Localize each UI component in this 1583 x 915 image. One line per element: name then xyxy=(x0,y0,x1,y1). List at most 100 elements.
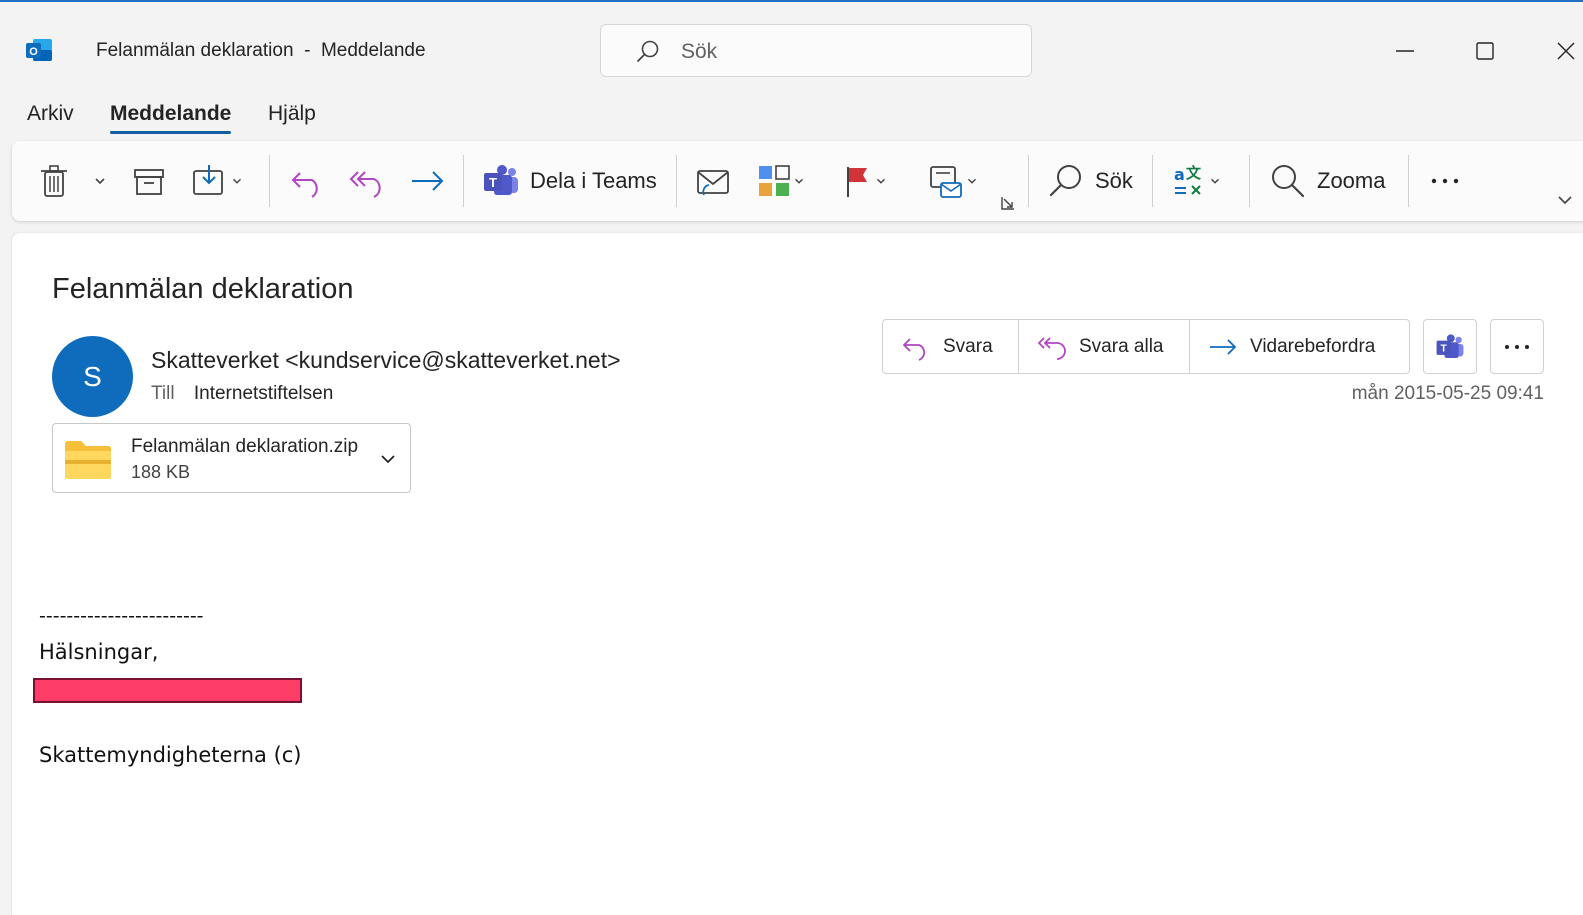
translate-icon: a 文 xyxy=(1174,164,1202,195)
ribbon-search-label: Sök xyxy=(1095,168,1133,193)
chevron-down-icon xyxy=(877,178,885,184)
move-button[interactable] xyxy=(190,159,244,203)
ribbon-toolbar: T Dela i Teams Sök a 文 Zooma xyxy=(12,141,1583,221)
avatar-initial: S xyxy=(83,360,102,392)
reply-all-action-button[interactable]: Svara alla xyxy=(1019,320,1190,373)
search-icon xyxy=(637,40,659,62)
chevron-down-icon xyxy=(1211,178,1219,184)
categorize-button[interactable] xyxy=(756,159,806,203)
window-title: Felanmälan deklaration - Meddelande xyxy=(96,40,426,61)
attachment-name: Felanmälan deklaration.zip xyxy=(131,436,359,457)
message-actions: Svara Svara alla Vidarebefordra xyxy=(882,319,1410,374)
recipient-row: Till Internetstiftelsen xyxy=(151,383,333,405)
flag-button[interactable] xyxy=(842,159,888,203)
ribbon-search-button[interactable]: Sök xyxy=(1047,159,1133,203)
recipient-name[interactable]: Internetstiftelsen xyxy=(194,383,333,404)
read-unread-icon xyxy=(697,170,729,196)
reply-action-button[interactable]: Svara xyxy=(883,320,1019,373)
reply-all-label: Svara alla xyxy=(1079,335,1164,357)
body-divider: ------------------------ xyxy=(39,605,204,627)
categorize-icon xyxy=(759,165,790,196)
zoom-label: Zooma xyxy=(1317,168,1386,193)
ribbon-separator xyxy=(1408,155,1409,207)
reply-button[interactable] xyxy=(288,159,328,203)
reading-pane: Felanmälan deklaration S Skatteverket <k… xyxy=(12,233,1583,915)
delete-icon xyxy=(41,165,67,197)
to-label: Till xyxy=(151,383,175,404)
attachment-size: 188 KB xyxy=(131,462,191,482)
teams-action-button[interactable]: T xyxy=(1423,319,1477,374)
maximize-icon[interactable] xyxy=(1465,30,1505,70)
menu-tabs: Arkiv Meddelande Hjälp xyxy=(0,98,800,138)
reply-all-button[interactable] xyxy=(348,159,388,203)
reply-icon xyxy=(902,337,926,361)
dialog-launcher-icon[interactable] xyxy=(1000,195,1016,211)
translate-button[interactable]: a 文 xyxy=(1172,159,1222,203)
delete-dropdown[interactable] xyxy=(92,159,108,203)
ribbon-separator xyxy=(1028,155,1029,207)
search-icon xyxy=(1049,165,1081,197)
chevron-down-icon xyxy=(233,178,241,184)
close-icon[interactable] xyxy=(1548,30,1583,70)
ribbon-separator xyxy=(1152,155,1153,207)
forward-label: Vidarebefordra xyxy=(1250,335,1376,357)
svg-text:T: T xyxy=(1441,343,1448,354)
teams-icon: T xyxy=(1436,333,1464,358)
chevron-down-icon[interactable] xyxy=(379,450,397,468)
chevron-down-icon xyxy=(95,178,105,185)
zoom-icon xyxy=(1272,165,1305,198)
search-placeholder: Sök xyxy=(681,40,718,63)
reply-all-icon xyxy=(1037,336,1066,360)
forward-icon xyxy=(1210,338,1237,355)
svg-text:T: T xyxy=(489,175,497,190)
ribbon-separator xyxy=(676,155,677,207)
outlook-icon: O xyxy=(26,39,52,61)
delete-button[interactable] xyxy=(37,159,71,203)
zip-folder-icon xyxy=(65,441,111,479)
move-icon xyxy=(193,165,223,195)
search-box[interactable]: Sök xyxy=(600,24,1032,77)
minimize-icon[interactable] xyxy=(1385,30,1425,70)
message-more-button[interactable] xyxy=(1490,319,1544,374)
reply-icon xyxy=(291,172,318,198)
svg-text:O: O xyxy=(29,46,38,58)
body-greeting: Hälsningar, xyxy=(39,640,159,664)
forward-action-button[interactable]: Vidarebefordra xyxy=(1190,320,1409,373)
share-teams-button[interactable]: T Dela i Teams xyxy=(482,159,657,203)
share-teams-label: Dela i Teams xyxy=(530,168,657,193)
attachment-card[interactable]: Felanmälan deklaration.zip 188 KB xyxy=(52,423,411,493)
svg-text:a: a xyxy=(1174,165,1185,184)
tab-arkiv[interactable]: Arkiv xyxy=(27,102,74,126)
tab-hjalp[interactable]: Hjälp xyxy=(268,102,316,126)
zoom-button[interactable]: Zooma xyxy=(1269,159,1385,203)
ribbon-more-button[interactable] xyxy=(1426,159,1466,203)
rules-button[interactable] xyxy=(927,159,979,203)
reply-all-icon xyxy=(349,171,381,198)
archive-icon xyxy=(134,169,164,195)
redacted-name xyxy=(33,678,302,703)
read-unread-button[interactable] xyxy=(694,159,734,203)
flag-icon xyxy=(847,167,867,197)
forward-icon xyxy=(412,171,444,191)
avatar[interactable]: S xyxy=(52,336,133,417)
message-date: mån 2015-05-25 09:41 xyxy=(1351,383,1544,404)
title-bar: O Felanmälan deklaration - Meddelande Sö… xyxy=(0,2,1583,80)
reply-label: Svara xyxy=(943,335,993,357)
chevron-down-icon xyxy=(968,178,976,184)
forward-button[interactable] xyxy=(408,159,448,203)
svg-text:文: 文 xyxy=(1186,164,1202,182)
rules-icon xyxy=(930,166,962,198)
archive-button[interactable] xyxy=(130,159,168,203)
sender-name[interactable]: Skatteverket <kundservice@skatteverket.n… xyxy=(151,347,621,374)
chevron-down-icon xyxy=(795,178,803,184)
ribbon-separator xyxy=(269,155,270,207)
body-signature: Skattemyndigheterna (c) xyxy=(39,743,302,767)
tab-meddelande[interactable]: Meddelande xyxy=(110,102,232,134)
teams-icon: T xyxy=(484,165,518,195)
more-icon xyxy=(1505,344,1529,349)
more-icon xyxy=(1431,178,1459,184)
ribbon-separator xyxy=(1249,155,1250,207)
message-subject: Felanmälan deklaration xyxy=(52,273,354,305)
ribbon-separator xyxy=(463,155,464,207)
ribbon-expand-icon[interactable] xyxy=(1557,193,1577,207)
